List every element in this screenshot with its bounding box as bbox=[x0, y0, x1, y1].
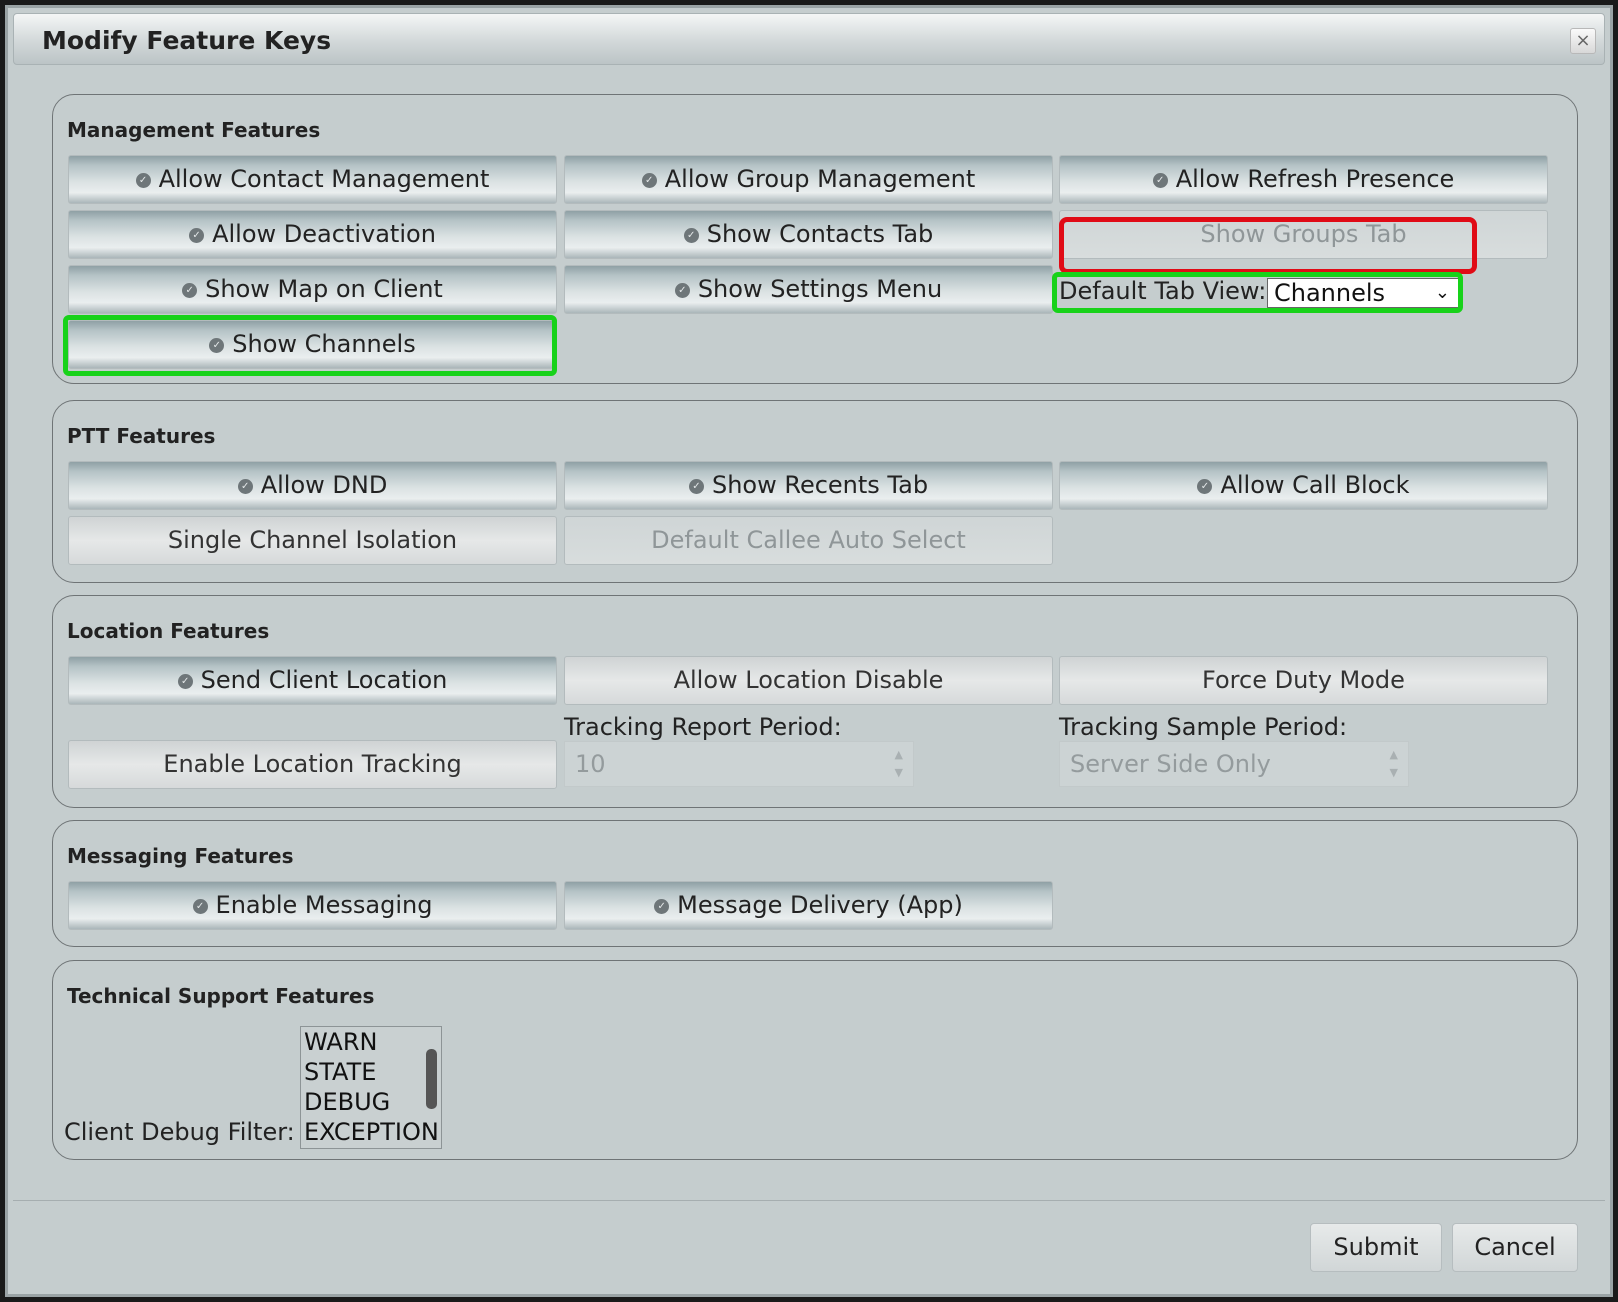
button-label: Allow Contact Management bbox=[158, 165, 490, 193]
spinner-value: Server Side Only bbox=[1070, 750, 1271, 778]
show-map-on-client-toggle[interactable]: ✓ Show Map on Client bbox=[68, 265, 557, 314]
button-label: Single Channel Isolation bbox=[167, 526, 458, 554]
tracking-sample-period-input[interactable]: Server Side Only ▲ ▼ bbox=[1059, 741, 1409, 787]
allow-location-disable-toggle[interactable]: Allow Location Disable bbox=[564, 656, 1053, 705]
check-icon: ✓ bbox=[688, 479, 704, 494]
message-delivery-toggle[interactable]: ✓ Message Delivery (App) bbox=[564, 881, 1053, 930]
button-label: Allow Call Block bbox=[1220, 471, 1410, 499]
button-label: Allow Group Management bbox=[664, 165, 976, 193]
force-duty-mode-toggle[interactable]: Force Duty Mode bbox=[1059, 656, 1548, 705]
client-debug-filter-label: Client Debug Filter: bbox=[64, 1118, 295, 1146]
spinner-arrows-icon[interactable]: ▲ ▼ bbox=[895, 746, 903, 782]
enable-location-tracking-toggle[interactable]: Enable Location Tracking bbox=[68, 740, 557, 789]
debug-option[interactable]: WARN bbox=[304, 1027, 441, 1057]
single-channel-isolation-toggle[interactable]: Single Channel Isolation bbox=[68, 516, 557, 565]
check-icon: ✓ bbox=[1152, 173, 1168, 188]
management-features-fieldset: Management Features ✓ Allow Contact Manag… bbox=[52, 94, 1578, 384]
show-recents-tab-toggle[interactable]: ✓ Show Recents Tab bbox=[564, 461, 1053, 510]
messaging-features-legend: Messaging Features bbox=[67, 844, 294, 868]
allow-group-management-toggle[interactable]: ✓ Allow Group Management bbox=[564, 155, 1053, 204]
allow-deactivation-toggle[interactable]: ✓ Allow Deactivation bbox=[68, 210, 557, 259]
button-label: Send Client Location bbox=[200, 666, 448, 694]
button-label: Allow Deactivation bbox=[212, 220, 436, 248]
button-label: Show Settings Menu bbox=[697, 275, 943, 303]
highlight-show-channels bbox=[63, 315, 557, 376]
button-label: Allow DND bbox=[260, 471, 388, 499]
technical-support-legend: Technical Support Features bbox=[67, 984, 375, 1008]
debug-option[interactable]: DEBUG bbox=[304, 1087, 441, 1117]
messaging-features-fieldset: Messaging Features ✓ Enable Messaging ✓ Me… bbox=[52, 820, 1578, 947]
dialog-title: Modify Feature Keys bbox=[42, 26, 332, 55]
check-icon: ✓ bbox=[182, 283, 198, 298]
client-debug-filter-listbox[interactable]: WARN STATE DEBUG EXCEPTION bbox=[300, 1026, 442, 1149]
allow-refresh-presence-toggle[interactable]: ✓ Allow Refresh Presence bbox=[1059, 155, 1548, 204]
debug-option[interactable]: EXCEPTION bbox=[304, 1117, 441, 1147]
check-icon: ✓ bbox=[189, 228, 205, 243]
button-label: Allow Refresh Presence bbox=[1175, 165, 1455, 193]
check-icon: ✓ bbox=[192, 899, 208, 914]
check-icon: ✓ bbox=[237, 479, 253, 494]
location-features-legend: Location Features bbox=[67, 619, 270, 643]
cancel-button[interactable]: Cancel bbox=[1452, 1223, 1578, 1272]
close-icon[interactable]: × bbox=[1570, 28, 1596, 54]
button-label: Default Callee Auto Select bbox=[651, 526, 966, 554]
footer-divider bbox=[13, 1200, 1605, 1201]
check-icon: ✓ bbox=[641, 173, 657, 188]
button-label: Show Contacts Tab bbox=[706, 220, 934, 248]
check-icon: ✓ bbox=[683, 228, 699, 243]
check-icon: ✓ bbox=[177, 674, 193, 689]
check-icon: ✓ bbox=[654, 899, 670, 914]
spinner-arrows-icon[interactable]: ▲ ▼ bbox=[1390, 746, 1398, 782]
send-client-location-toggle[interactable]: ✓ Send Client Location bbox=[68, 656, 557, 705]
button-label: Show Recents Tab bbox=[711, 471, 929, 499]
modify-feature-keys-dialog: Modify Feature Keys × Management Feature… bbox=[5, 5, 1613, 1297]
ptt-features-fieldset: PTT Features ✓ Allow DND ✓ Show Recents Ta… bbox=[52, 400, 1578, 583]
allow-contact-management-toggle[interactable]: ✓ Allow Contact Management bbox=[68, 155, 557, 204]
dialog-titlebar[interactable]: Modify Feature Keys × bbox=[13, 13, 1605, 65]
button-label: Enable Location Tracking bbox=[163, 750, 462, 778]
default-callee-auto-select-toggle[interactable]: Default Callee Auto Select bbox=[564, 516, 1053, 565]
show-settings-menu-toggle[interactable]: ✓ Show Settings Menu bbox=[564, 265, 1053, 314]
check-icon: ✓ bbox=[135, 173, 151, 188]
highlight-show-groups-tab bbox=[1059, 217, 1477, 274]
ptt-features-legend: PTT Features bbox=[67, 424, 216, 448]
check-icon: ✓ bbox=[1197, 479, 1213, 494]
management-features-legend: Management Features bbox=[67, 118, 321, 142]
button-label: Force Duty Mode bbox=[1202, 666, 1405, 694]
button-label: Enable Messaging bbox=[215, 891, 433, 919]
highlight-default-tab-view bbox=[1052, 272, 1463, 313]
button-label: Show Map on Client bbox=[205, 275, 443, 303]
tracking-report-period-input[interactable]: 10 ▲ ▼ bbox=[564, 741, 914, 787]
check-icon: ✓ bbox=[674, 283, 690, 298]
spinner-value: 10 bbox=[575, 750, 606, 778]
submit-button[interactable]: Submit bbox=[1310, 1223, 1442, 1272]
tracking-sample-period-label: Tracking Sample Period: bbox=[1059, 713, 1348, 741]
show-contacts-tab-toggle[interactable]: ✓ Show Contacts Tab bbox=[564, 210, 1053, 259]
button-label: Message Delivery (App) bbox=[677, 891, 963, 919]
enable-messaging-toggle[interactable]: ✓ Enable Messaging bbox=[68, 881, 557, 930]
debug-option[interactable]: STATE bbox=[304, 1057, 441, 1087]
location-features-fieldset: Location Features ✓ Send Client Location … bbox=[52, 595, 1578, 808]
tracking-report-period-label: Tracking Report Period: bbox=[564, 713, 842, 741]
button-label: Allow Location Disable bbox=[673, 666, 944, 694]
allow-dnd-toggle[interactable]: ✓ Allow DND bbox=[68, 461, 557, 510]
listbox-scrollbar[interactable] bbox=[426, 1049, 437, 1109]
allow-call-block-toggle[interactable]: ✓ Allow Call Block bbox=[1059, 461, 1548, 510]
